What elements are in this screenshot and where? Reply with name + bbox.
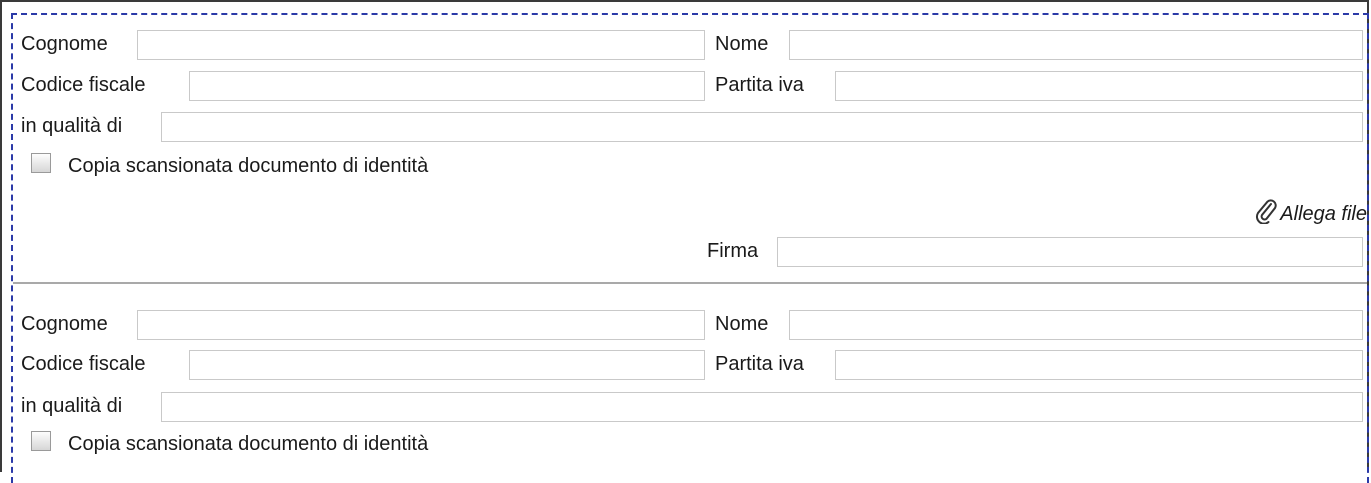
id-copy-checkbox[interactable] [31, 431, 51, 451]
role-label: in qualità di [21, 395, 123, 417]
tax-code-input[interactable] [189, 71, 705, 101]
tax-code-input[interactable] [189, 350, 705, 380]
vat-label: Partita iva [715, 353, 804, 375]
signature-input[interactable] [777, 237, 1363, 267]
name-label: Nome [715, 313, 769, 335]
id-copy-label: Copia scansionata documento di identità [68, 155, 429, 177]
role-label: in qualità di [21, 115, 123, 137]
paperclip-icon [1254, 198, 1280, 230]
vat-label: Partita iva [715, 74, 804, 96]
attach-file-label: Allega file [1280, 202, 1367, 225]
attach-file-link[interactable]: Allega file [1254, 198, 1367, 230]
signature-label: Firma [707, 240, 759, 262]
tax-code-label: Codice fiscale [21, 353, 146, 375]
surname-label: Cognome [21, 33, 108, 55]
name-input[interactable] [789, 310, 1363, 340]
block-separator [13, 282, 1367, 284]
surname-label: Cognome [21, 313, 108, 335]
vat-input[interactable] [835, 71, 1363, 101]
role-input[interactable] [161, 392, 1363, 422]
name-label: Nome [715, 33, 769, 55]
tax-code-label: Codice fiscale [21, 74, 146, 96]
vat-input[interactable] [835, 350, 1363, 380]
name-input[interactable] [789, 30, 1363, 60]
surname-input[interactable] [137, 310, 705, 340]
role-input[interactable] [161, 112, 1363, 142]
id-copy-checkbox[interactable] [31, 153, 51, 173]
id-copy-label: Copia scansionata documento di identità [68, 433, 429, 455]
surname-input[interactable] [137, 30, 705, 60]
